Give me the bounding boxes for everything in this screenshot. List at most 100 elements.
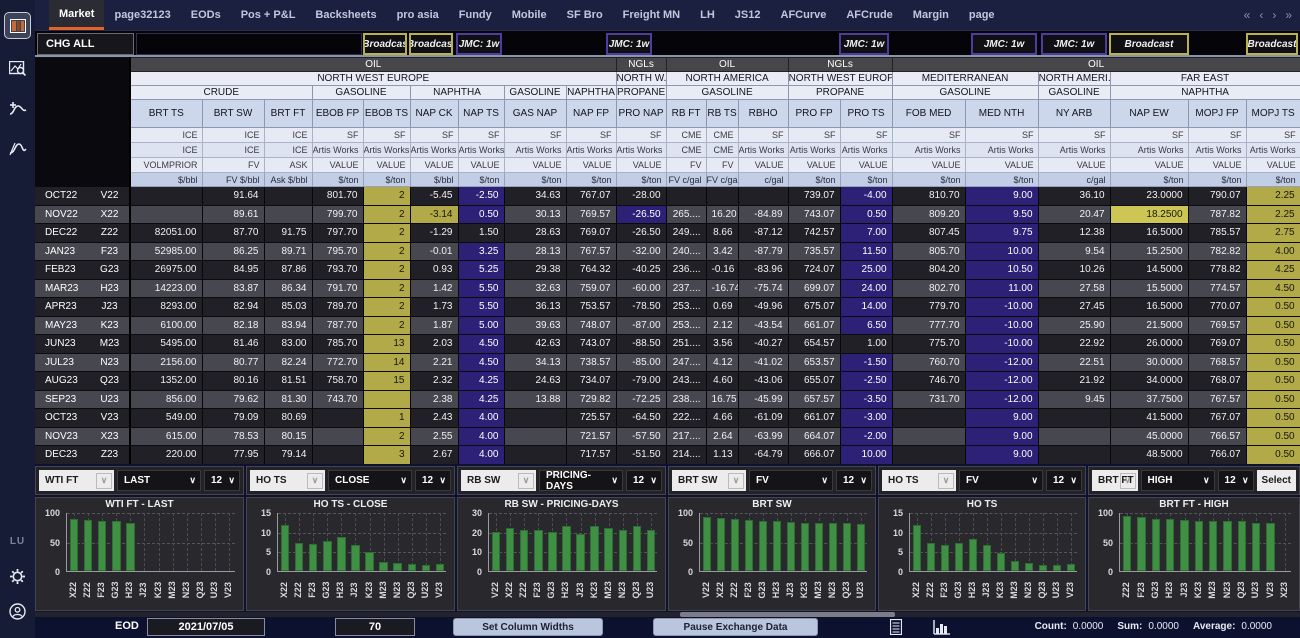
cell[interactable]: -1.50 — [840, 353, 892, 372]
column-header[interactable]: NAP TS — [458, 100, 504, 128]
cell[interactable]: 247.... — [666, 353, 706, 372]
pager-arrow-3[interactable]: » — [1285, 8, 1292, 22]
cell[interactable] — [312, 446, 363, 465]
row-label-code[interactable]: H23 — [90, 279, 130, 298]
account-icon[interactable] — [4, 598, 31, 625]
broadcast-button[interactable]: Broadcast — [1109, 33, 1189, 55]
cell[interactable]: -88.50 — [616, 335, 666, 354]
cell[interactable]: 738.57 — [566, 353, 616, 372]
column-header[interactable]: BRT FT — [264, 100, 312, 128]
cell[interactable]: 664.07 — [788, 427, 840, 446]
cell[interactable]: 5.50 — [458, 298, 504, 317]
period-select[interactable]: 12∨ — [415, 470, 451, 491]
cell[interactable] — [312, 427, 363, 446]
cell[interactable]: 9.00 — [965, 187, 1038, 206]
cell[interactable] — [738, 187, 788, 206]
cell[interactable]: 2.43 — [410, 409, 458, 428]
row-label-code[interactable]: X23 — [90, 427, 130, 446]
cell[interactable]: 4.25 — [458, 390, 504, 409]
cell[interactable] — [264, 205, 312, 224]
select-button[interactable]: Select — [1257, 470, 1296, 491]
cell[interactable] — [312, 409, 363, 428]
chart-bar[interactable] — [562, 526, 570, 571]
cell[interactable]: 4.00 — [1246, 242, 1300, 261]
chart-bar[interactable] — [955, 543, 963, 571]
cell[interactable]: 735.57 — [788, 242, 840, 261]
chart-bar[interactable] — [787, 522, 795, 571]
chart-search-icon[interactable] — [4, 55, 31, 82]
row-label-month[interactable]: DEC23 — [35, 446, 90, 465]
cell[interactable]: 11.50 — [840, 242, 892, 261]
cell[interactable]: -4.00 — [840, 187, 892, 206]
cell[interactable]: -1.29 — [410, 224, 458, 243]
cell[interactable]: 810.70 — [892, 187, 965, 206]
nav-tab-sf-bro[interactable]: SF Bro — [557, 0, 613, 30]
settings-gear-icon[interactable] — [4, 563, 31, 590]
column-header[interactable]: MOPJ FP — [1188, 100, 1246, 128]
cell[interactable]: 787.70 — [312, 316, 363, 335]
cell[interactable]: 770.07 — [1188, 298, 1246, 317]
cell[interactable]: 758.70 — [312, 372, 363, 391]
cell[interactable]: 82051.00 — [130, 224, 202, 243]
row-label-code[interactable]: Z23 — [90, 446, 130, 465]
cell[interactable]: 2.64 — [706, 427, 738, 446]
nav-tab-backsheets[interactable]: Backsheets — [305, 0, 386, 30]
cell[interactable]: -51.50 — [616, 446, 666, 465]
row-label-month[interactable]: SEP23 — [35, 390, 90, 409]
cell[interactable]: 0.50 — [1246, 298, 1300, 317]
cell[interactable]: -0.16 — [706, 261, 738, 280]
cell[interactable]: 265.... — [666, 205, 706, 224]
cell[interactable]: 0.50 — [1246, 335, 1300, 354]
cell[interactable]: -63.99 — [738, 427, 788, 446]
nav-tab-page[interactable]: page — [959, 0, 1005, 30]
cell[interactable]: 766.57 — [1188, 427, 1246, 446]
column-header[interactable]: MOPJ TS — [1246, 100, 1300, 128]
cell[interactable]: 801.70 — [312, 187, 363, 206]
cell[interactable]: 80.77 — [202, 353, 264, 372]
cell[interactable]: 14223.00 — [130, 279, 202, 298]
cell[interactable]: 725.57 — [566, 409, 616, 428]
cell[interactable]: 1352.00 — [130, 372, 202, 391]
cell[interactable]: 748.07 — [566, 316, 616, 335]
column-header[interactable]: RBHO — [738, 100, 788, 128]
cell[interactable]: 29.38 — [504, 261, 566, 280]
cell[interactable]: 3.25 — [458, 242, 504, 261]
cell[interactable]: 768.57 — [1188, 353, 1246, 372]
chart-bar[interactable] — [590, 526, 598, 571]
cell[interactable]: 4.25 — [458, 372, 504, 391]
set-column-widths-button[interactable]: Set Column Widths — [453, 618, 603, 636]
cell[interactable]: 549.00 — [130, 409, 202, 428]
chart-bar[interactable] — [1067, 564, 1075, 571]
field-select[interactable]: FV∨ — [959, 470, 1043, 491]
cell[interactable]: 2.67 — [410, 446, 458, 465]
row-label-month[interactable]: APR23 — [35, 298, 90, 317]
chart-bar[interactable] — [843, 523, 851, 571]
column-header[interactable]: RB FT — [666, 100, 706, 128]
row-label-code[interactable]: U23 — [90, 390, 130, 409]
row-label-code[interactable]: V23 — [90, 409, 130, 428]
cell[interactable]: 779.70 — [892, 298, 965, 317]
row-label-month[interactable]: AUG23 — [35, 372, 90, 391]
row-label-code[interactable]: F23 — [90, 242, 130, 261]
cell[interactable]: 39.63 — [504, 316, 566, 335]
cell[interactable]: 28.63 — [504, 224, 566, 243]
cell[interactable]: -16.74 — [706, 279, 738, 298]
cell[interactable]: 856.00 — [130, 390, 202, 409]
column-header[interactable]: BRT SW — [202, 100, 264, 128]
chart-bar[interactable] — [647, 530, 655, 571]
cell[interactable]: -75.74 — [738, 279, 788, 298]
cell[interactable]: 785.57 — [1188, 224, 1246, 243]
cell[interactable]: 8.66 — [706, 224, 738, 243]
cell[interactable]: 2.55 — [410, 427, 458, 446]
eod-date-input[interactable]: 2021/07/05 — [147, 618, 265, 636]
cell[interactable]: 743.07 — [566, 335, 616, 354]
pager-arrow-1[interactable]: ‹ — [1259, 8, 1263, 22]
cell[interactable]: 3.42 — [706, 242, 738, 261]
cell[interactable]: 32.63 — [504, 279, 566, 298]
cell[interactable]: 0.93 — [410, 261, 458, 280]
row-label-code[interactable]: Q23 — [90, 372, 130, 391]
instrument-select[interactable]: HO TS∨ — [882, 470, 956, 491]
cell[interactable]: 1.42 — [410, 279, 458, 298]
cell[interactable]: -72.25 — [616, 390, 666, 409]
cell[interactable]: 21.5000 — [1110, 316, 1188, 335]
